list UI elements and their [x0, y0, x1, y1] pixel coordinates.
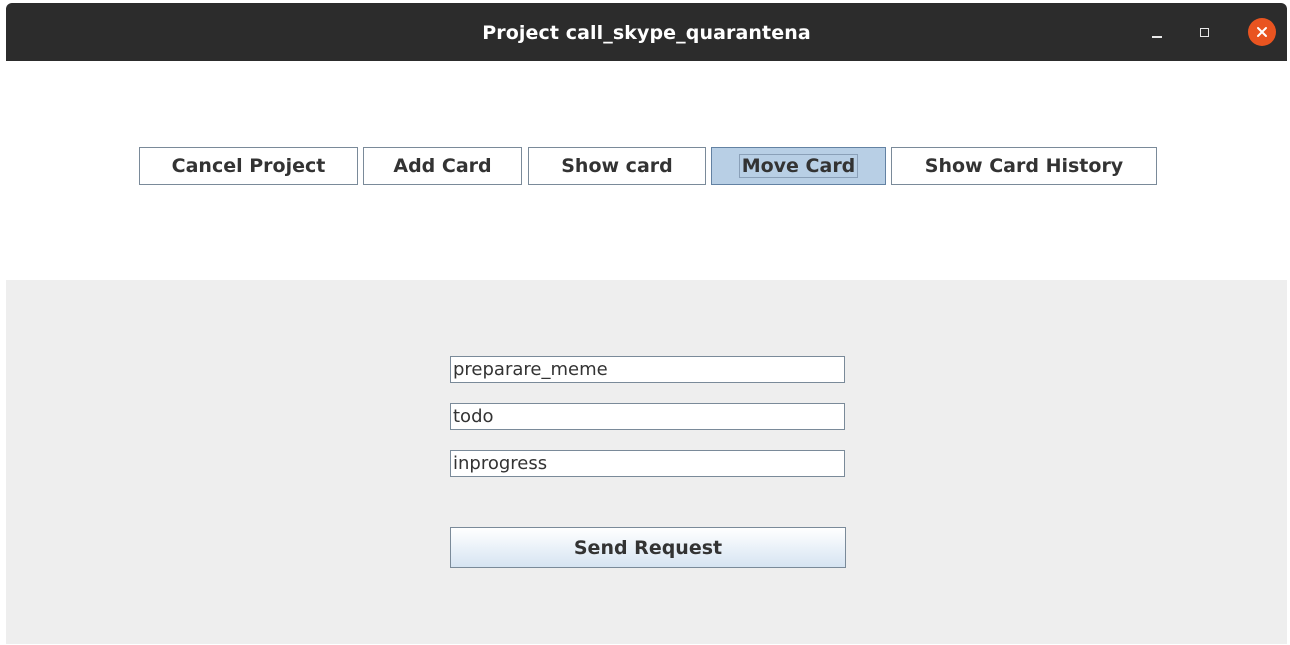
close-icon [1248, 18, 1276, 46]
window-title: Project call_skype_quarantena [482, 22, 811, 44]
add-card-button[interactable]: Add Card [363, 147, 522, 185]
close-button[interactable] [1248, 18, 1276, 46]
card-name-field[interactable] [450, 356, 845, 383]
move-card-button[interactable]: Move Card [711, 147, 886, 185]
cancel-project-button[interactable]: Cancel Project [139, 147, 358, 185]
send-request-button[interactable]: Send Request [450, 527, 846, 568]
show-card-button[interactable]: Show card [528, 147, 706, 185]
add-card-label: Add Card [393, 155, 492, 177]
application-window: Project call_skype_quarantena Cancel Pro… [0, 0, 1290, 645]
minimize-button[interactable] [1143, 18, 1171, 46]
move-card-panel: Send Request [6, 280, 1287, 644]
move-card-label: Move Card [738, 154, 859, 178]
show-card-history-label: Show Card History [924, 155, 1124, 177]
maximize-button[interactable] [1190, 18, 1218, 46]
destination-list-field[interactable] [450, 450, 845, 477]
show-card-history-button[interactable]: Show Card History [891, 147, 1157, 185]
action-toolbar: Cancel Project Add Card Show card Move C… [6, 61, 1287, 280]
minimize-icon [1152, 36, 1162, 38]
maximize-icon [1199, 27, 1209, 37]
source-list-field[interactable] [450, 403, 845, 430]
title-bar[interactable]: Project call_skype_quarantena [6, 3, 1287, 61]
show-card-label: Show card [561, 155, 673, 177]
cancel-project-label: Cancel Project [171, 155, 326, 177]
